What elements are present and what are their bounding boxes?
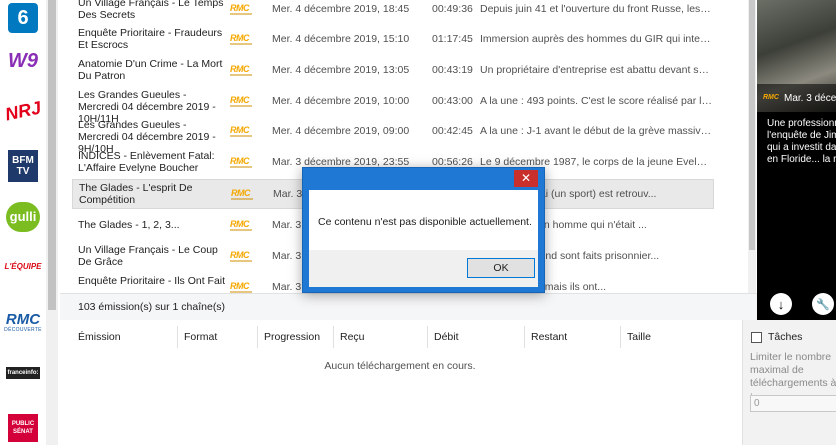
program-duration: 00:42:45 (432, 125, 473, 137)
rmc-channel-icon: RMC (231, 188, 253, 200)
column-format[interactable]: Format (178, 326, 258, 348)
ok-button[interactable]: OK (467, 258, 535, 278)
dialog-footer: OK (309, 250, 538, 287)
preview-meta: RMC Mar. 3 déce (757, 84, 836, 112)
franceinfo-logo-icon: franceinfo: (6, 367, 40, 379)
rmc-channel-icon: RMC (230, 219, 252, 231)
program-row[interactable]: Les Grandes Gueules - Mercredi 04 décemb… (72, 87, 714, 125)
status-bar: 103 émission(s) sur 1 chaîne(s) (60, 293, 757, 320)
column-emission[interactable]: Émission (72, 326, 178, 348)
wrench-icon: 🔧 (816, 298, 830, 311)
rmc-channel-icon: RMC (230, 250, 252, 262)
rmc-channel-icon: RMC (230, 64, 252, 76)
rmc-channel-icon: RMC (230, 281, 252, 293)
nrj12-logo-icon: NRJ (3, 97, 43, 125)
program-list-scrollbar-thumb[interactable] (749, 0, 755, 250)
download-button[interactable]: ↓ (770, 293, 792, 315)
download-limit-input[interactable]: 0 (750, 395, 836, 412)
column-restant[interactable]: Restant (525, 326, 621, 348)
program-date: Mer. 4 décembre 2019, 10:00 (272, 95, 410, 107)
program-date: Mar. 3 (272, 250, 302, 262)
channel-lequipe[interactable]: L'ÉQUIPE (0, 256, 46, 278)
program-date: Mer. 4 décembre 2019, 09:00 (272, 125, 410, 137)
program-title: Un Village Français - Le Temps Des Secre… (78, 0, 224, 21)
program-description: Un propriétaire d'entreprise est abattu … (480, 64, 712, 76)
program-date: Mar. 3 (272, 281, 302, 293)
program-title: Enquête Prioritaire - Ils Ont Fait (78, 275, 226, 287)
message-dialog: ✕ Ce contenu n'est pas disponible actuel… (302, 167, 545, 293)
program-date: Mer. 4 décembre 2019, 18:45 (272, 3, 410, 15)
rmc-channel-icon: RMC (230, 156, 252, 168)
channel-gulli[interactable]: gulli (0, 198, 46, 236)
program-duration: 00:43:19 (432, 64, 473, 76)
column-recu[interactable]: Reçu (334, 326, 428, 348)
channel-franceinfo[interactable]: franceinfo: (0, 364, 46, 382)
rmc-channel-icon: RMC (230, 95, 252, 107)
preview-description: Une professionn l'enquête de Jim qui a i… (767, 118, 836, 165)
public-senat-logo-icon: PUBLIC SÉNAT (8, 413, 38, 442)
channel-rmc-decouverte[interactable]: RMC DÉCOUVERTE (0, 306, 46, 338)
tasks-label: Tâches (768, 331, 803, 343)
column-progression[interactable]: Progression (258, 326, 334, 348)
channel-public-senat[interactable]: PUBLIC SÉNAT (0, 410, 46, 445)
program-title: Un Village Français - Le Coup De Grâce (78, 244, 218, 268)
program-title: INDICES - Enlèvement Fatal: L'Affaire Ev… (78, 150, 215, 174)
gulli-logo-icon: gulli (6, 202, 40, 232)
rmc-channel-icon: RMC (230, 3, 252, 15)
program-description: A la une : J-1 avant le début de la grèv… (480, 125, 712, 137)
rmc-channel-icon: RMC (230, 33, 252, 45)
column-taille[interactable]: Taille (621, 326, 739, 348)
preview-date: Mar. 3 déce (784, 93, 836, 104)
close-icon: ✕ (520, 171, 532, 185)
channel-w9[interactable]: W9 (0, 44, 46, 78)
dialog-body: Ce contenu n'est pas disponible actuelle… (309, 190, 538, 250)
w9-logo-icon: W9 (8, 50, 38, 72)
settings-button[interactable]: 🔧 (812, 293, 834, 315)
program-date: Mar. 3 (273, 188, 303, 200)
program-duration: 00:49:36 (432, 3, 473, 15)
program-row[interactable]: Les Grandes Gueules - Mercredi 04 décemb… (72, 117, 714, 155)
bfmtv-logo-icon: BFM TV (8, 150, 38, 182)
channel-scrollbar[interactable] (46, 0, 58, 445)
channel-nrj12[interactable]: NRJ (0, 94, 46, 128)
channel-bfmtv[interactable]: BFM TV (0, 146, 46, 186)
program-duration: 00:43:00 (432, 95, 473, 107)
downloads-table-header: Émission Format Progression Reçu Débit R… (60, 326, 740, 348)
m6-logo-icon: 6 (8, 3, 38, 33)
tasks-checkbox[interactable] (751, 332, 762, 343)
channel-scrollbar-thumb[interactable] (48, 0, 56, 310)
rmc-channel-icon: RMC (230, 125, 252, 137)
program-row[interactable]: Un Village Français - Le Temps Des Secre… (72, 0, 714, 23)
column-debit[interactable]: Débit (428, 326, 525, 348)
program-title: The Glades - L'esprit De Compétition (79, 182, 193, 206)
program-description: Immersion auprès des hommes du GIR qui i… (480, 33, 712, 45)
channel-list: 6 W9 NRJ BFM TV gulli L'ÉQUIPE RMC DÉCOU… (0, 0, 46, 445)
program-title: The Glades - 1, 2, 3... (78, 219, 180, 231)
dialog-close-button[interactable]: ✕ (514, 170, 538, 187)
channel-m6[interactable]: 6 (0, 0, 46, 36)
tasks-panel: Tâches Limiter le nombre maximal de télé… (742, 320, 836, 445)
program-description: A la une : 493 points. C'est le score ré… (480, 95, 712, 107)
download-arrow-icon: ↓ (777, 296, 785, 312)
program-date: Mar. 3 (272, 219, 302, 231)
program-row[interactable]: Anatomie D'un Crime - La Mort Du Patron … (72, 56, 714, 84)
program-preview: RMC Mar. 3 déce Une professionn l'enquêt… (757, 0, 836, 320)
program-date: Mer. 4 décembre 2019, 15:10 (272, 33, 410, 45)
dialog-message: Ce contenu n'est pas disponible actuelle… (318, 216, 532, 228)
program-date: Mer. 4 décembre 2019, 13:05 (272, 64, 410, 76)
program-description: Depuis juin 41 et l'ouverture du front R… (480, 3, 712, 15)
program-title: Enquête Prioritaire - Fraudeurs Et Escro… (78, 27, 223, 51)
program-row[interactable]: Enquête Prioritaire - Fraudeurs Et Escro… (72, 25, 714, 53)
program-list-scrollbar[interactable] (748, 0, 756, 293)
lequipe-logo-icon: L'ÉQUIPE (4, 262, 42, 271)
program-title: Anatomie D'un Crime - La Mort Du Patron (78, 58, 223, 82)
program-duration: 01:17:45 (432, 33, 473, 45)
rmc-decouverte-logo-icon: RMC DÉCOUVERTE (4, 310, 42, 333)
downloads-empty-message: Aucun téléchargement en cours. (324, 360, 476, 372)
program-count: 103 émission(s) sur 1 chaîne(s) (78, 301, 226, 313)
rmc-channel-icon: RMC (763, 94, 779, 101)
